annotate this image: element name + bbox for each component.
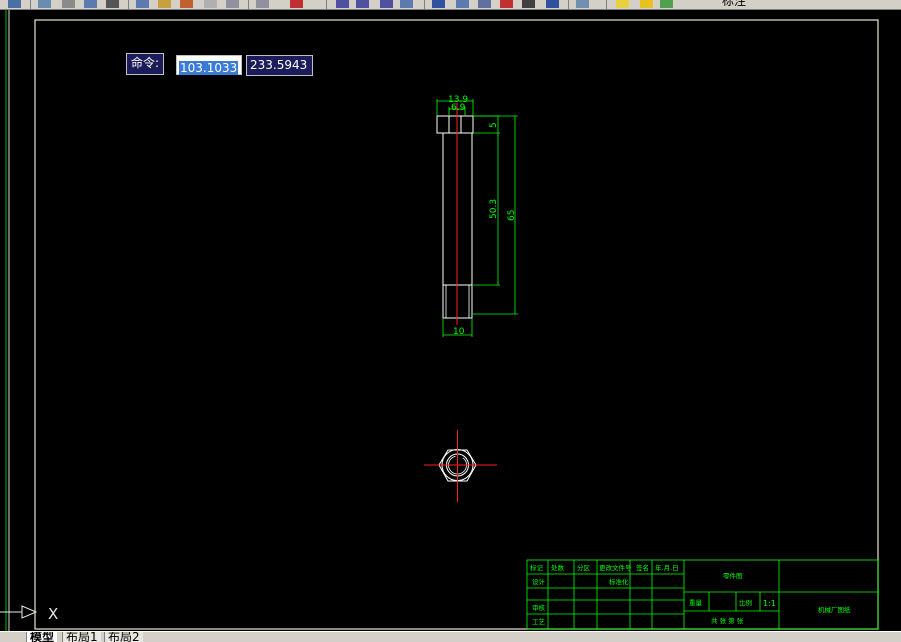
dynamic-input-prompt: 命令: <box>126 53 165 75</box>
toolbar-separator <box>128 0 129 9</box>
dim-head-height: 5 <box>489 122 499 128</box>
tb-cell: 设计 <box>532 577 546 586</box>
zoom-window-icon[interactable] <box>356 0 369 8</box>
drawing-canvas[interactable]: 13.9 6.9 5 50.3 65 10 标记 处数 分区 更改文件号 签名 … <box>0 10 901 631</box>
toolbar-separator <box>606 0 607 9</box>
tb-cell: 年.月.日 <box>655 563 679 572</box>
designcenter-icon[interactable] <box>400 0 413 8</box>
dim-top-inner: 6.9 <box>451 103 466 113</box>
tb-cell: 处数 <box>551 563 565 572</box>
dim-total-length: 65 <box>507 210 517 221</box>
tb-cell: 审核 <box>532 603 546 612</box>
tb-cell: 标准化 <box>609 577 629 586</box>
lightbulb-icon[interactable] <box>616 0 629 8</box>
bolt-top-view[interactable] <box>424 430 497 502</box>
bolt-head <box>436 115 474 134</box>
toolpalette-icon[interactable] <box>456 0 469 8</box>
dim-thread-length: 50.3 <box>489 199 499 219</box>
layer-icon[interactable] <box>38 0 51 8</box>
sun-icon[interactable] <box>640 0 653 8</box>
tb-cell: 更改文件号 <box>599 563 632 572</box>
dim-style-selector[interactable]: 标注 <box>722 0 746 8</box>
properties-icon[interactable] <box>62 0 75 8</box>
publish-icon[interactable] <box>84 0 97 8</box>
tb-weight-label: 重量 <box>689 599 703 607</box>
toolbar-separator <box>568 0 569 9</box>
markup-icon[interactable] <box>500 0 513 8</box>
tb-drawing-name: 零件图 <box>723 571 743 580</box>
standard-toolbar: 标注 <box>0 0 901 10</box>
help-icon[interactable] <box>546 0 559 8</box>
zoom-previous-icon[interactable] <box>380 0 393 8</box>
cut-icon[interactable] <box>106 0 119 8</box>
dimension-text: 13.9 6.9 5 50.3 65 10 <box>448 95 517 337</box>
tb-company: 机械厂图纸 <box>818 605 851 614</box>
redo-icon[interactable] <box>256 0 269 8</box>
tb-cell: 工艺 <box>532 618 546 626</box>
paste-icon[interactable] <box>158 0 171 8</box>
layer-manager-icon[interactable] <box>576 0 589 8</box>
layout-tab-bar: 模型 布局1 布局2 <box>0 631 901 642</box>
tb-cell: 标记 <box>530 563 544 572</box>
title-block-text: 标记 处数 分区 更改文件号 签名 年.月.日 设计 标准化 审核 工艺 零件图… <box>530 563 851 626</box>
undo-icon[interactable] <box>226 0 239 8</box>
paint-icon[interactable] <box>204 0 217 8</box>
toolbar-separator <box>424 0 425 9</box>
pan-icon[interactable] <box>290 0 303 8</box>
calculator-icon[interactable] <box>522 0 535 8</box>
color-swatch-icon[interactable] <box>660 0 673 8</box>
toolbar-separator <box>248 0 249 9</box>
tb-cell: 分区 <box>577 563 591 572</box>
dim-bottom-width: 10 <box>453 327 465 337</box>
copy-icon[interactable] <box>136 0 149 8</box>
dynamic-input-y-field[interactable]: 233.5943 <box>246 55 313 76</box>
tb-scale-label: 比例 <box>739 598 752 607</box>
dimensions <box>436 99 518 337</box>
ucs-icon <box>0 605 38 619</box>
toolbar-separator <box>30 0 31 9</box>
properties-palette-icon[interactable] <box>432 0 445 8</box>
zoom-realtime-icon[interactable] <box>336 0 349 8</box>
toolbar-separator <box>326 0 327 9</box>
bolt-front-view[interactable] <box>436 103 474 325</box>
x-value-text: 103.1033 <box>179 61 239 75</box>
sheetset-icon[interactable] <box>478 0 491 8</box>
tb-sheet-text: 共 张 第 张 <box>711 616 744 625</box>
tb-cell: 签名 <box>636 563 649 572</box>
save-icon[interactable] <box>8 0 21 8</box>
match-icon[interactable] <box>180 0 193 8</box>
ucs-axis-x-label: X <box>48 605 58 623</box>
dynamic-input-x-field[interactable]: 103.1033 <box>176 55 242 75</box>
tb-scale-value: 1:1 <box>763 599 776 608</box>
